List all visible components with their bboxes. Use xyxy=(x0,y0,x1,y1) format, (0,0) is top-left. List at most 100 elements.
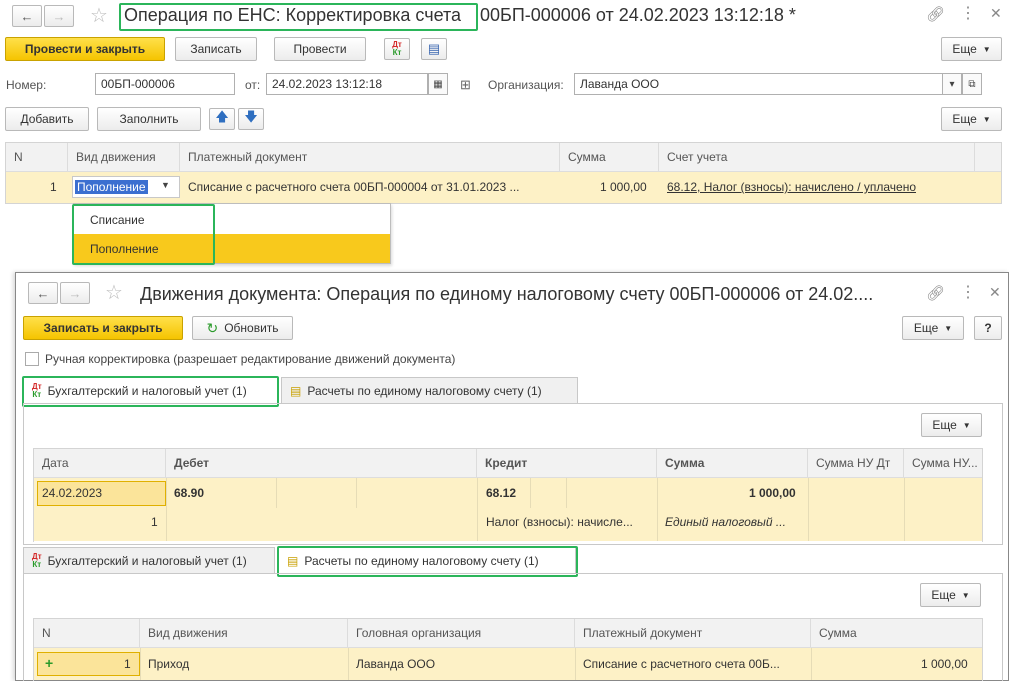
mv-close-icon[interactable]: ✕ xyxy=(989,284,1001,301)
post-close-button[interactable]: Провести и закрыть xyxy=(5,37,165,61)
mv-forward-button[interactable]: → xyxy=(60,282,90,304)
row-n: 1 xyxy=(124,657,131,671)
report-button[interactable]: ▤ xyxy=(421,38,447,60)
calendar-icon: ▦ xyxy=(433,78,443,90)
manual-checkbox[interactable] xyxy=(25,352,39,366)
row-org: Лаванда ООО xyxy=(356,657,436,671)
col-sum-nu-kt: Сумма НУ... xyxy=(912,456,978,470)
report-icon: ▤ xyxy=(427,41,441,56)
tab-accounting-2[interactable]: Дт Кт Бухгалтерский и налоговый учет (1) xyxy=(23,547,275,573)
manual-checkbox-label: Ручная корректировка (разрешает редактир… xyxy=(45,352,456,366)
link-icon[interactable]: 🔗︎ xyxy=(926,5,945,23)
add-button[interactable]: Добавить xyxy=(5,107,89,131)
more-dots-icon[interactable]: ⋮ xyxy=(960,3,976,23)
table-row[interactable]: 24.02.2023 1 68.90 68.12 Налог (взносы):… xyxy=(34,478,982,541)
col-date: Дата xyxy=(34,449,166,477)
row-sum: 1 000,00 xyxy=(749,486,796,500)
kind-cell-input[interactable]: Пополнение ▼ xyxy=(72,176,180,198)
mv-more-dots-icon[interactable]: ⋮ xyxy=(960,282,976,302)
table-more-button[interactable]: Еще ▼ xyxy=(941,107,1002,131)
dropdown-highlight xyxy=(72,204,215,265)
plus-icon: + xyxy=(45,655,54,671)
ledger-icon: ▤ xyxy=(290,383,302,398)
arrow-up-icon: 🡅 xyxy=(215,109,229,124)
row-sum: 1 000,00 xyxy=(921,657,968,671)
dtkt-icon: Дт Кт xyxy=(32,551,42,569)
move-up-button[interactable]: 🡅 xyxy=(209,108,235,130)
refresh-button[interactable]: ↻ Обновить xyxy=(192,316,293,340)
more-button[interactable]: Еще ▼ xyxy=(941,37,1002,61)
col-account: Счет учета xyxy=(659,143,975,171)
row-debit: 68.90 xyxy=(174,486,205,500)
col-doc: Платежный документ xyxy=(180,143,560,171)
row-doc: Списание с расчетного счета 00БП-000004 … xyxy=(188,180,520,194)
ens-table: N Вид движения Головная организация Плат… xyxy=(33,618,983,681)
write-button[interactable]: Записать xyxy=(175,37,257,61)
move-down-button[interactable]: 🡇 xyxy=(238,108,264,130)
number-field[interactable]: 00БП-000006 xyxy=(95,73,235,95)
row-doc: Списание с расчетного счета 00Б... xyxy=(583,657,780,671)
org-field[interactable]: Лаванда ООО xyxy=(574,73,943,95)
ens-table-header: N Вид движения Головная организация Плат… xyxy=(34,619,982,648)
mv-favorite-star-icon[interactable]: ☆ xyxy=(105,280,123,305)
chevron-down-icon[interactable]: ▼ xyxy=(161,180,170,190)
number-label: Номер: xyxy=(6,78,47,92)
col-n: N xyxy=(34,619,140,647)
forward-button[interactable]: → xyxy=(44,5,74,27)
date-label: от: xyxy=(245,78,261,92)
row-credit: 68.12 xyxy=(486,486,517,500)
table-row[interactable]: 1 Пополнение ▼ Списание с расчетного сче… xyxy=(6,172,1001,203)
col-kind: Вид движения xyxy=(68,143,180,171)
favorite-star-icon[interactable]: ☆ xyxy=(90,3,108,28)
row-sum-sub: Единый налоговый ... xyxy=(665,515,786,529)
org-open-button[interactable]: ⧉ xyxy=(962,73,982,95)
help-button[interactable]: ? xyxy=(974,316,1002,340)
refresh-icon: ↻ xyxy=(206,319,219,336)
mv-back-button[interactable]: ← xyxy=(28,282,58,304)
col-sum: Сумма xyxy=(560,143,659,171)
col-credit: Кредит xyxy=(477,449,657,477)
acc-more-button[interactable]: Еще ▼ xyxy=(921,413,982,437)
date-field[interactable]: 24.02.2023 13:12:18 xyxy=(266,73,428,95)
col-debit: Дебет xyxy=(166,449,477,477)
mv-link-icon[interactable]: 🔗︎ xyxy=(926,284,945,302)
open-icon: ⧉ xyxy=(968,78,976,90)
write-close-button[interactable]: Записать и закрыть xyxy=(23,316,183,340)
kind-selected-value: Пополнение xyxy=(75,180,148,194)
ens-more-button[interactable]: Еще ▼ xyxy=(920,583,981,607)
post-button[interactable]: Провести xyxy=(274,37,366,61)
row-kind: Приход xyxy=(148,657,190,671)
movements-window: ← → ☆ Движения документа: Операция по ед… xyxy=(15,272,1009,681)
mv-window-title: Движения документа: Операция по единому … xyxy=(140,284,874,304)
tab-ens[interactable]: ▤ Расчеты по единому налоговому счету (1… xyxy=(281,377,578,403)
window-title-suffix: 00БП-000006 от 24.02.2023 13:12:18 * xyxy=(480,5,796,25)
row-credit-sub: Налог (взносы): начисле... xyxy=(486,515,633,529)
main-table: N Вид движения Платежный документ Сумма … xyxy=(5,142,1002,204)
row-account[interactable]: 68.12, Налог (взносы): начислено / уплач… xyxy=(667,180,916,194)
doc-history-icon[interactable]: ⊞ xyxy=(460,77,471,93)
fill-button[interactable]: Заполнить xyxy=(97,107,201,131)
row-n: 1 xyxy=(151,515,158,529)
chevron-down-icon: ▾ xyxy=(949,78,955,90)
org-label: Организация: xyxy=(488,78,564,92)
col-kind: Вид движения xyxy=(140,619,348,647)
col-n: N xyxy=(6,143,68,171)
arrow-down-icon: 🡇 xyxy=(244,109,258,124)
org-dropdown-button[interactable]: ▾ xyxy=(942,73,962,95)
title-highlight xyxy=(119,3,478,31)
table-row[interactable]: + 1 Приход Лаванда ООО Списание с расчет… xyxy=(34,648,982,680)
close-icon[interactable]: ✕ xyxy=(990,5,1002,22)
mv-more-button[interactable]: Еще ▼ xyxy=(902,316,964,340)
dtkt-button[interactable]: Дт Кт xyxy=(384,38,410,60)
col-sum: Сумма xyxy=(657,449,808,477)
row-n: 1 xyxy=(50,180,57,194)
calendar-button[interactable]: ▦ xyxy=(428,73,448,95)
row-date: 24.02.2023 xyxy=(42,486,103,500)
col-doc: Платежный документ xyxy=(575,619,811,647)
main-table-header: N Вид движения Платежный документ Сумма … xyxy=(6,143,1001,172)
col-sum: Сумма xyxy=(819,626,857,640)
row-sum: 1 000,00 xyxy=(600,180,647,194)
back-button[interactable]: ← xyxy=(12,5,42,27)
acc-table-header: Дата Дебет Кредит Сумма Сумма НУ Дт Сумм… xyxy=(34,449,982,478)
col-sum-nu-dt: Сумма НУ Дт xyxy=(808,449,904,477)
